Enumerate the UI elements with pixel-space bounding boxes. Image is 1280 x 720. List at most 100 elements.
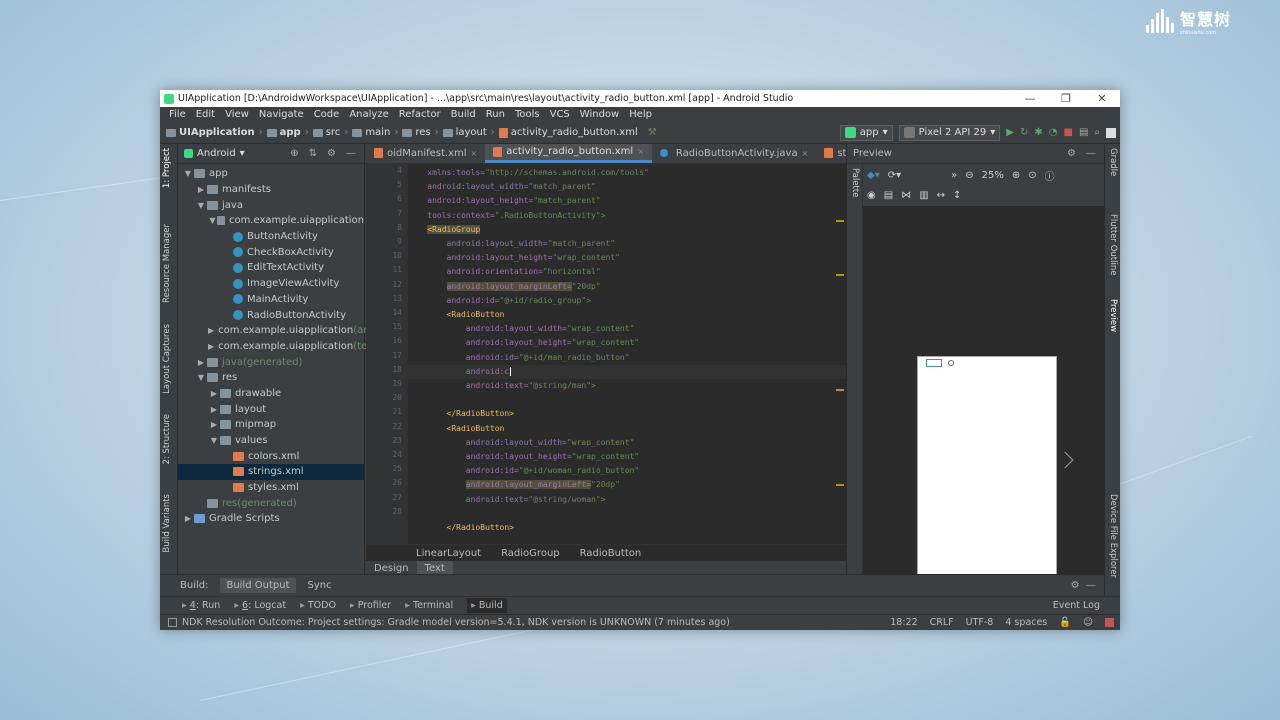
code-line[interactable]: android:layout_width="wrap_content" — [408, 436, 846, 450]
code-line[interactable]: </RadioButton> — [408, 521, 846, 535]
expand-arrow-icon[interactable]: ▼ — [195, 373, 207, 382]
expand-arrow-icon[interactable]: ▶ — [195, 185, 207, 194]
code-line[interactable]: android:layout_height="wrap_content" — [408, 336, 846, 350]
hide-icon[interactable]: — — [1086, 580, 1096, 591]
lock-icon[interactable]: 🔓 — [1059, 617, 1071, 628]
run-icon[interactable]: ▶ — [1006, 127, 1014, 138]
resize-handle-icon[interactable] — [1056, 451, 1074, 469]
stop-icon[interactable]: ■ — [1063, 127, 1072, 138]
code-line[interactable]: android:text="@string/man"> — [408, 379, 846, 393]
code-line[interactable]: android:layout_height="wrap_content" — [408, 450, 846, 464]
expand-arrow-icon[interactable]: ▼ — [208, 436, 220, 445]
tab-flutter-outline[interactable]: Flutter Outline — [1108, 214, 1118, 275]
warning-marker[interactable] — [836, 220, 844, 222]
code-line[interactable]: android:text="@string/woman"> — [408, 493, 846, 507]
expand-arrow-icon[interactable]: ▶ — [195, 358, 207, 367]
tree-item[interactable]: ▼ com.example.uiapplication — [178, 213, 364, 229]
nav-crumb[interactable]: activity_radio_button.xml — [498, 127, 638, 138]
xml-breadcrumb-item[interactable]: LinearLayout — [416, 548, 481, 559]
nav-crumb[interactable]: app — [266, 127, 301, 138]
debug-icon[interactable]: ✱ — [1034, 127, 1042, 138]
expand-arrow-icon[interactable]: ▶ — [208, 420, 220, 429]
info-icon[interactable]: ⓘ — [1045, 168, 1055, 183]
editor-tab[interactable]: strings.xml× — [816, 144, 846, 163]
tree-item[interactable]: styles.xml — [178, 480, 364, 496]
status-message[interactable]: NDK Resolution Outcome: Project settings… — [182, 617, 730, 628]
blueprint-icon[interactable]: ▤ — [884, 190, 893, 201]
code-line[interactable]: <RadioButton — [408, 308, 846, 322]
code-line[interactable]: android:layout_width="match_parent" — [408, 180, 846, 194]
hide-icon[interactable]: — — [1086, 148, 1096, 159]
line-separator[interactable]: CRLF — [930, 617, 954, 628]
code-line[interactable]: android:layout_width="match_parent" — [408, 237, 846, 251]
close-tab-icon[interactable]: × — [637, 147, 644, 156]
sdk-manager-icon[interactable]: ▤ — [1079, 127, 1088, 138]
warning-marker[interactable] — [836, 274, 844, 276]
nav-crumb[interactable]: layout — [442, 127, 487, 138]
menu-file[interactable]: File — [164, 109, 191, 120]
code-area[interactable]: xmlns:tools="http://schemas.android.com/… — [408, 164, 846, 544]
orientation-icon[interactable]: ⟳▾ — [888, 170, 901, 181]
nav-crumb[interactable]: UIApplication — [166, 127, 255, 138]
toolwindow-build[interactable]: ▸ Build — [467, 598, 507, 613]
zoom-fit-icon[interactable]: ⊙ — [1028, 170, 1036, 181]
zoom-in-icon[interactable]: ⊕ — [1012, 170, 1020, 181]
tree-item[interactable]: strings.xml — [178, 464, 364, 480]
menu-analyze[interactable]: Analyze — [344, 109, 393, 120]
expand-arrow-icon[interactable]: ▶ — [208, 389, 220, 398]
editor-tab[interactable]: activity_radio_button.xml × — [485, 144, 652, 163]
tree-item[interactable]: ButtonActivity — [178, 229, 364, 245]
zoom-out-icon[interactable]: ⊖ — [965, 170, 973, 181]
expand-arrow-icon[interactable]: ▶ — [208, 326, 214, 335]
inspector-icon[interactable]: ☺ — [1083, 617, 1093, 628]
tree-item[interactable]: EditTextActivity — [178, 260, 364, 276]
tree-item[interactable]: ▶ com.example.uiapplication (an — [178, 323, 370, 339]
expand-arrow-icon[interactable]: ▼ — [182, 169, 194, 178]
code-line[interactable]: android:id="@+id/radio_group"> — [408, 294, 846, 308]
menu-code[interactable]: Code — [309, 109, 345, 120]
tab-sync[interactable]: Sync — [308, 580, 332, 591]
warning-marker[interactable] — [836, 389, 844, 391]
code-line[interactable]: tools:context=".RadioButtonActivity"> — [408, 209, 846, 223]
tab-device-file-explorer[interactable]: Device File Explorer — [1108, 494, 1118, 578]
device-preview[interactable] — [917, 356, 1057, 606]
status-toggle-icon[interactable] — [168, 618, 177, 627]
run-config-select[interactable]: app ▾ — [839, 124, 893, 141]
code-line[interactable]: android:orientation="horizontal" — [408, 265, 846, 279]
tree-item[interactable]: MainActivity — [178, 292, 364, 308]
code-line[interactable]: android:id="@+id/woman_radio_button" — [408, 464, 846, 478]
code-line[interactable]: android:c — [408, 364, 846, 379]
code-line[interactable]: android:layout_height="wrap_content" — [408, 251, 846, 265]
code-line[interactable]: android:id="@+id/man_radio_button" — [408, 351, 846, 365]
hide-icon[interactable]: — — [346, 148, 356, 159]
tree-item[interactable]: RadioButtonActivity — [178, 307, 364, 323]
tab-layout-captures[interactable]: Layout Captures — [162, 324, 172, 394]
tree-item[interactable]: ▶ java (generated) — [178, 354, 364, 370]
menu-window[interactable]: Window — [575, 109, 624, 120]
warning-marker[interactable] — [836, 484, 844, 486]
restore-button[interactable]: ❐ — [1048, 92, 1084, 105]
tree-item[interactable]: ▶ Gradle Scripts — [178, 511, 364, 527]
tree-item[interactable]: CheckBoxActivity — [178, 244, 364, 260]
tab-build-output[interactable]: Build Output — [220, 577, 296, 593]
tree-item[interactable]: ▶ layout — [178, 401, 364, 417]
gear-icon[interactable]: ⚙ — [327, 148, 336, 159]
more-icon[interactable]: » — [951, 170, 957, 181]
expand-arrow-icon[interactable]: ▶ — [208, 405, 220, 414]
tree-item[interactable]: ImageViewActivity — [178, 276, 364, 292]
expand-arrow-icon[interactable]: ▶ — [182, 514, 194, 523]
nav-crumb[interactable]: main — [352, 127, 390, 138]
tab-structure[interactable]: 2: Structure — [162, 414, 172, 465]
code-line[interactable]: android:layout_height="match_parent" — [408, 194, 846, 208]
layers-icon[interactable]: ◆▾ — [867, 170, 880, 181]
encoding[interactable]: UTF-8 — [966, 617, 994, 628]
close-tab-icon[interactable]: × — [471, 149, 478, 158]
toolwindow-terminal[interactable]: ▸ Terminal — [405, 600, 453, 611]
expand-arrow-icon[interactable]: ▼ — [208, 216, 217, 225]
code-line[interactable]: android:layout_marginLeft="20dp" — [408, 478, 846, 492]
tree-item[interactable]: colors.xml — [178, 448, 364, 464]
code-line[interactable] — [408, 507, 846, 521]
toolwindow-logcat[interactable]: ▸ 6: Logcat — [234, 600, 286, 611]
menu-run[interactable]: Run — [481, 109, 510, 120]
nav-crumb[interactable]: res — [402, 127, 431, 138]
